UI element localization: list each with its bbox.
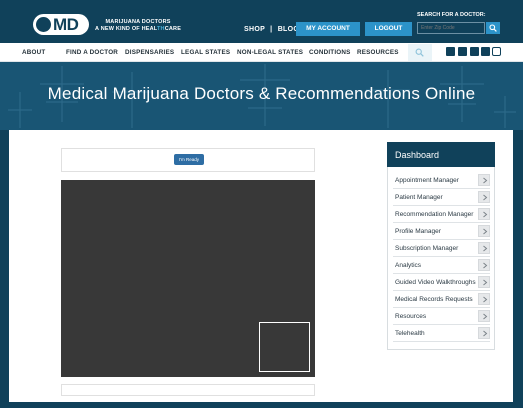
chevron-right-icon	[478, 242, 490, 254]
content-frame-right	[513, 130, 523, 408]
youtube-icon[interactable]	[481, 47, 490, 56]
chevron-right-icon	[478, 293, 490, 305]
below-video-panel	[61, 384, 315, 396]
twitter-icon[interactable]	[470, 47, 479, 56]
chevron-right-icon	[478, 225, 490, 237]
dashboard-item-label: Guided Video Walkthroughs	[395, 279, 476, 286]
dashboard-item-patient-manager[interactable]: Patient Manager	[393, 189, 490, 206]
chevron-right-icon	[478, 327, 490, 339]
dashboard-item-label: Telehealth	[395, 330, 425, 337]
dashboard-item-label: Appointment Manager	[395, 177, 459, 184]
hero-title: Medical Marijuana Doctors & Recommendati…	[47, 84, 476, 103]
im-ready-button[interactable]: I'm Ready	[174, 154, 204, 165]
dashboard-item-label: Patient Manager	[395, 194, 443, 201]
nav-legal-states[interactable]: LEGAL STATES	[181, 49, 230, 56]
dashboard-item-medical-records-requests[interactable]: Medical Records Requests	[393, 291, 490, 308]
zip-search-input[interactable]	[417, 22, 485, 34]
site-logo[interactable]: MD	[33, 14, 89, 35]
tagline-line-1: MARIJUANA DOCTORS	[105, 19, 171, 25]
search-label: SEARCH FOR A DOCTOR:	[417, 12, 486, 18]
dashboard-title: Dashboard	[387, 142, 495, 167]
chevron-right-icon	[478, 310, 490, 322]
dashboard-item-label: Medical Records Requests	[395, 296, 473, 303]
shop-blog-links: SHOP | BLOG	[244, 26, 299, 33]
logout-button[interactable]: LOGOUT	[365, 22, 412, 36]
search-icon	[489, 24, 497, 32]
nav-about[interactable]: ABOUT	[22, 49, 45, 56]
google-plus-icon[interactable]	[458, 47, 467, 56]
self-view-video[interactable]	[259, 322, 310, 372]
my-account-button[interactable]: MY ACCOUNT	[296, 22, 360, 36]
content-frame-left	[0, 130, 9, 408]
logo-text: MD	[53, 15, 79, 34]
dashboard-item-telehealth[interactable]: Telehealth	[393, 325, 490, 342]
logo-mark-icon	[36, 17, 51, 32]
instagram-icon[interactable]	[492, 47, 501, 56]
dashboard-item-guided-video-walkthroughs[interactable]: Guided Video Walkthroughs	[393, 274, 490, 291]
nav-dispensaries[interactable]: DISPENSARIES	[125, 49, 174, 56]
dashboard-item-resources[interactable]: Resources	[393, 308, 490, 325]
chevron-right-icon	[478, 208, 490, 220]
chevron-right-icon	[478, 191, 490, 203]
dashboard-item-analytics[interactable]: Analytics	[393, 257, 490, 274]
nav-conditions[interactable]: CONDITIONS	[309, 49, 351, 56]
header-separator: |	[270, 26, 273, 33]
nav-non-legal-states[interactable]: NON-LEGAL STATES	[237, 49, 303, 56]
search-icon	[415, 48, 424, 57]
dashboard-item-label: Recommendation Manager	[395, 211, 474, 218]
search-button[interactable]	[486, 22, 500, 34]
dashboard-item-label: Resources	[395, 313, 427, 320]
dashboard-item-label: Profile Manager	[395, 228, 441, 235]
facebook-icon[interactable]	[446, 47, 455, 56]
site-tagline: MARIJUANA DOCTORS A NEW KIND OF HEALTHCA…	[95, 19, 181, 33]
nav-search-button[interactable]	[408, 44, 432, 61]
chevron-right-icon	[478, 276, 490, 288]
dashboard-item-label: Analytics	[395, 262, 422, 269]
dashboard-item-label: Subscription Manager	[395, 245, 459, 252]
dashboard-item-recommendation-manager[interactable]: Recommendation Manager	[393, 206, 490, 223]
dashboard-item-profile-manager[interactable]: Profile Manager	[393, 223, 490, 240]
dashboard-item-subscription-manager[interactable]: Subscription Manager	[393, 240, 490, 257]
tagline-line-2: A NEW KIND OF HEALTHCARE	[95, 26, 182, 32]
content-frame-bottom	[0, 402, 523, 408]
nav-resources[interactable]: RESOURCES	[357, 49, 399, 56]
chevron-right-icon	[478, 174, 490, 186]
nav-find-a-doctor[interactable]: FIND A DOCTOR	[66, 49, 118, 56]
shop-link[interactable]: SHOP	[244, 26, 265, 33]
dashboard-item-appointment-manager[interactable]: Appointment Manager	[393, 172, 490, 189]
chevron-right-icon	[478, 259, 490, 271]
